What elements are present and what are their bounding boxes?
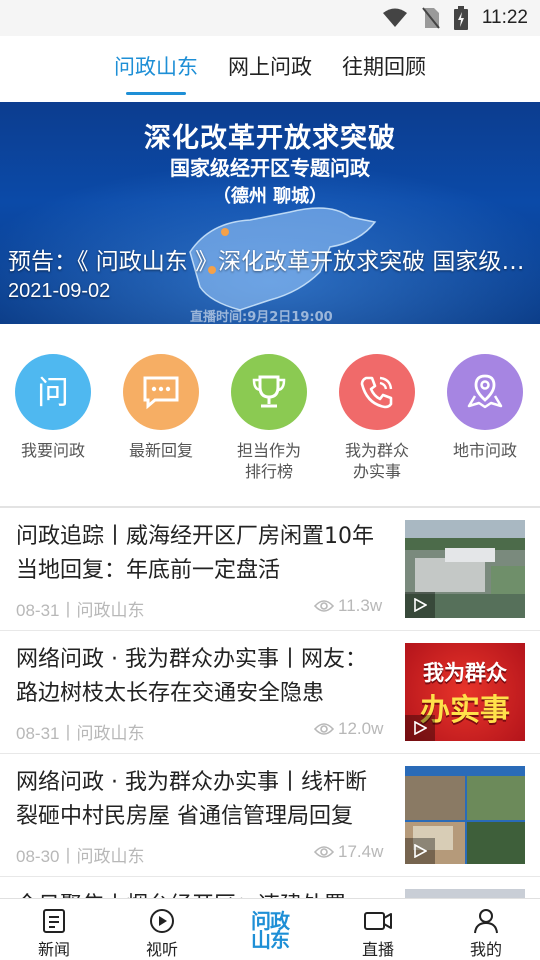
quick-link-label: 我为群众 办实事 bbox=[344, 441, 409, 481]
svg-text:问: 问 bbox=[37, 373, 69, 411]
map-location-icon bbox=[447, 354, 523, 430]
nav-media[interactable]: 视听 bbox=[108, 899, 216, 960]
eye-icon bbox=[314, 600, 334, 612]
quick-link-serve-people[interactable]: 我为群众 办实事 bbox=[327, 354, 427, 482]
quick-link-label: 最新回复 bbox=[128, 441, 193, 460]
news-view-count: 17.4w bbox=[338, 842, 384, 861]
banner-carousel[interactable]: 深化改革开放求突破 国家级经开区专题问政 （德州 聊城） 直播时间:9月2日19… bbox=[0, 102, 540, 324]
eye-icon bbox=[314, 846, 334, 858]
news-meta: 08-31丨问政山东 bbox=[16, 601, 145, 620]
wifi-icon bbox=[382, 8, 407, 27]
nav-wenzheng[interactable]: 问政 山东 bbox=[216, 899, 324, 960]
quick-link-latest-reply[interactable]: 最新回复 bbox=[111, 354, 211, 461]
news-view-count: 11.3w bbox=[338, 596, 383, 615]
nav-label: 直播 bbox=[361, 940, 394, 959]
status-bar: 11:22 bbox=[0, 0, 540, 36]
bottom-nav: 新闻 视听 问政 山东 直播 我的 bbox=[0, 898, 540, 960]
news-title: 网络问政 · 我为群众办实事丨网友：路边树枝太长存在交通安全隐患 bbox=[16, 647, 367, 706]
banner-live-time: 直播时间:9月2日19:00 bbox=[190, 310, 333, 324]
status-time: 11:22 bbox=[481, 7, 528, 28]
news-thumbnail bbox=[405, 520, 525, 618]
quick-link-label: 担当作为 排行榜 bbox=[236, 441, 301, 481]
nav-label: 视听 bbox=[145, 940, 178, 959]
banner-headline: 深化改革开放求突破 bbox=[144, 123, 396, 154]
nav-label: 我的 bbox=[469, 940, 502, 959]
banner-caption-date: 2021-09-02 bbox=[8, 280, 111, 302]
no-sim-icon bbox=[422, 7, 440, 29]
news-meta: 08-31丨问政山东 bbox=[16, 724, 145, 743]
play-icon bbox=[405, 592, 435, 618]
nav-profile[interactable]: 我的 bbox=[432, 899, 540, 960]
news-meta: 08-30丨问政山东 bbox=[16, 847, 145, 866]
top-tabs: 问政山东 网上问政 往期回顾 bbox=[0, 36, 540, 102]
news-title: 网络问政 · 我为群众办实事丨线杆断裂砸中村民房屋 省通信管理局回复 bbox=[16, 770, 367, 829]
play-icon bbox=[405, 838, 435, 864]
banner-caption-title: 预告：《 问政山东 》深化改革开放求突破 国家级经开区专题问政 bbox=[8, 249, 528, 275]
play-icon bbox=[405, 715, 435, 741]
quick-link-city[interactable]: 地市问政 bbox=[435, 354, 535, 461]
news-item[interactable]: 网络问政 · 我为群众办实事丨网友：路边树枝太长存在交通安全隐患 08-31丨问… bbox=[0, 631, 540, 754]
quick-link-label: 我要问政 bbox=[20, 441, 85, 460]
play-circle-icon bbox=[150, 909, 174, 933]
nav-live[interactable]: 直播 bbox=[324, 899, 432, 960]
phone-icon bbox=[339, 354, 415, 430]
trophy-icon bbox=[231, 354, 307, 430]
message-icon bbox=[123, 354, 199, 430]
news-icon bbox=[43, 909, 65, 933]
profile-icon bbox=[474, 909, 498, 934]
quick-link-ask[interactable]: 问 我要问政 bbox=[3, 354, 103, 461]
brand-logo: 问政 山东 bbox=[251, 909, 290, 952]
news-item[interactable]: 网络问政 · 我为群众办实事丨线杆断裂砸中村民房屋 省通信管理局回复 08-30… bbox=[0, 754, 540, 877]
battery-charging-icon bbox=[453, 6, 468, 30]
news-views: 17.4w bbox=[314, 842, 383, 862]
tab-online-wenzheng[interactable]: 网上问政 bbox=[228, 51, 312, 87]
thumb-text-line1: 我为群众 bbox=[423, 661, 507, 685]
news-views: 12.0w bbox=[314, 719, 383, 739]
banner-subline: 国家级经开区专题问政 bbox=[170, 156, 370, 180]
quick-link-ranking[interactable]: 担当作为 排行榜 bbox=[219, 354, 319, 482]
nav-news[interactable]: 新闻 bbox=[0, 899, 108, 960]
news-item[interactable]: 问政追踪丨威海经开区厂房闲置10年 当地回复：年底前一定盘活 08-31丨问政山… bbox=[0, 508, 540, 631]
news-thumbnail: 我为群众 办实事 bbox=[405, 643, 525, 741]
tab-wenzheng-shandong[interactable]: 问政山东 bbox=[114, 51, 198, 87]
quick-link-label: 地市问政 bbox=[452, 441, 517, 460]
quick-links-grid: 问 我要问政 最新回复 担当作为 排行榜 我为群众 办实事 地市问政 bbox=[0, 324, 540, 506]
news-thumbnail bbox=[405, 766, 525, 864]
news-title: 问政追踪丨威海经开区厂房闲置10年 当地回复：年底前一定盘活 bbox=[16, 524, 374, 583]
eye-icon bbox=[314, 723, 334, 735]
nav-label: 新闻 bbox=[37, 940, 70, 959]
tab-past-review[interactable]: 往期回顾 bbox=[342, 51, 426, 87]
ask-icon: 问 bbox=[15, 354, 91, 430]
banner-cities: （德州 聊城） bbox=[212, 186, 328, 207]
news-views: 11.3w bbox=[314, 596, 382, 616]
video-camera-icon bbox=[364, 912, 392, 930]
news-view-count: 12.0w bbox=[338, 719, 384, 738]
